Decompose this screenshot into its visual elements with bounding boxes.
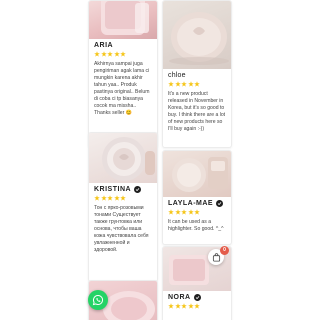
star-rating	[163, 207, 231, 215]
reviewer-name: ARIA	[94, 42, 114, 49]
star-icon	[174, 81, 181, 87]
star-icon	[94, 195, 100, 201]
review-card-chloe[interactable]: chloe It's a new product released in Nov…	[162, 0, 232, 148]
star-icon	[187, 303, 194, 309]
review-text: Тон с ярко-розовыми тонами Существует та…	[94, 205, 149, 253]
star-icon	[194, 81, 200, 87]
star-icon	[100, 195, 107, 201]
star-icon	[113, 195, 120, 201]
star-rating	[163, 301, 231, 309]
star-icon	[187, 81, 194, 87]
cart-count-badge: 0	[220, 246, 229, 255]
review-photo[interactable]	[89, 133, 157, 183]
star-icon	[107, 195, 113, 201]
review-text: It's a new product released in November …	[168, 91, 226, 132]
product-photo-illustration	[169, 12, 229, 65]
star-icon	[168, 303, 174, 309]
review-photo[interactable]	[89, 1, 157, 39]
review-card-aria[interactable]: ARIA Akhirnya sampai juga pengiriman aga…	[88, 0, 158, 148]
star-icon	[168, 209, 174, 215]
star-icon	[120, 51, 126, 57]
product-photo-illustration	[172, 157, 228, 192]
reviewer-name: KRISTINA	[94, 186, 132, 193]
review-text: Akhirnya sampai juga pengiriman agak lam…	[94, 61, 150, 116]
star-icon	[107, 51, 113, 57]
whatsapp-button[interactable]	[88, 290, 108, 310]
star-icon	[174, 303, 181, 309]
star-icon	[94, 51, 100, 57]
review-photo[interactable]	[163, 151, 231, 197]
star-icon	[194, 209, 200, 215]
star-rating	[163, 79, 231, 87]
review-card-layla-mae[interactable]: LAYLA-MAE It can be used as a highlighte…	[162, 150, 232, 245]
review-card-kristina[interactable]: KRISTINA Тон с ярко-розовыми тонами Суще…	[88, 132, 158, 282]
star-icon	[187, 209, 194, 215]
star-icon	[168, 81, 174, 87]
review-photo[interactable]	[163, 1, 231, 69]
product-photo-illustration	[101, 1, 149, 35]
star-rating	[89, 49, 157, 57]
reviewer-name: LAYLA-MAE	[168, 200, 214, 207]
star-icon	[174, 209, 181, 215]
verified-check-icon	[193, 294, 201, 301]
reviewer-name: chloe	[168, 72, 186, 79]
shopping-bag-icon	[212, 252, 220, 262]
reviewer-name: NORA	[168, 294, 191, 301]
verified-check-icon	[216, 200, 224, 207]
verified-check-icon	[134, 186, 142, 193]
star-icon	[181, 303, 187, 309]
star-icon	[194, 303, 200, 309]
star-icon	[120, 195, 126, 201]
review-text: It can be used as a highlighter. So good…	[168, 219, 224, 232]
whatsapp-icon	[92, 294, 104, 306]
star-rating	[89, 193, 157, 201]
star-icon	[181, 209, 187, 215]
product-photo-illustration	[102, 137, 155, 181]
star-icon	[113, 51, 120, 57]
star-icon	[181, 81, 187, 87]
star-icon	[100, 51, 107, 57]
